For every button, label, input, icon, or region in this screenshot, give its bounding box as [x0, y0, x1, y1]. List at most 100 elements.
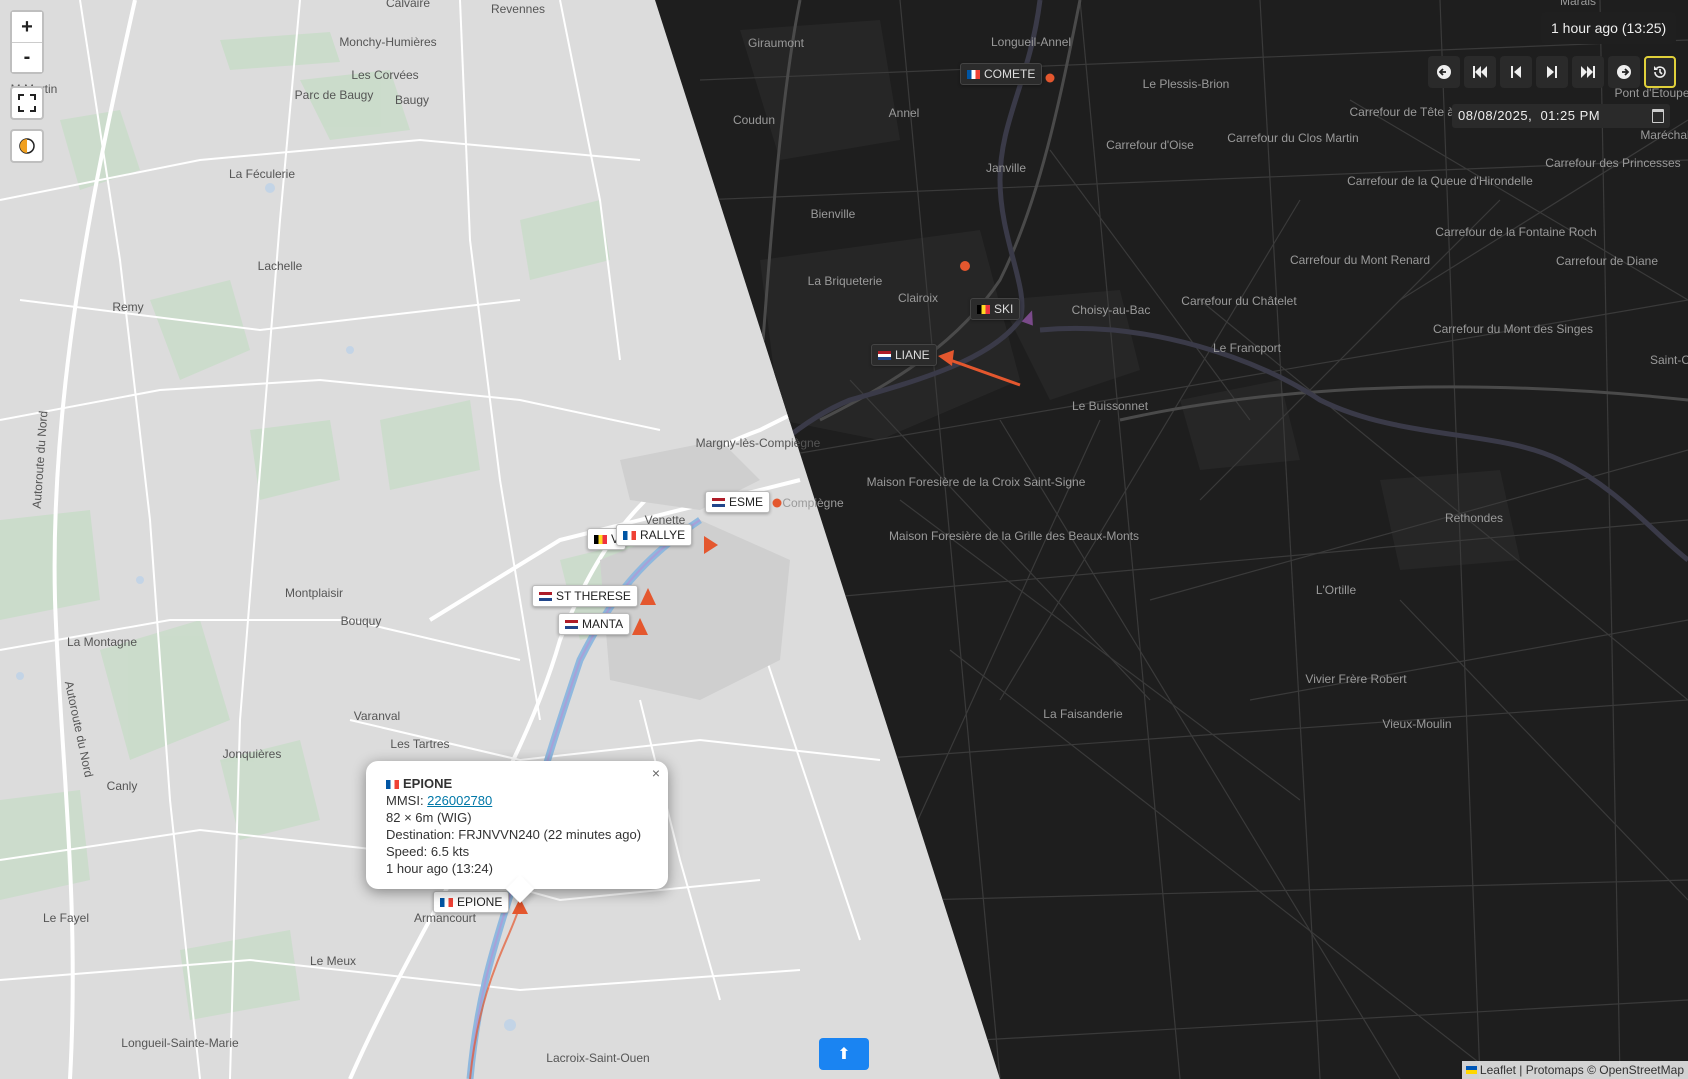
place-label: La Montagne	[67, 635, 137, 649]
arrow-up-icon: ⬆	[837, 1046, 851, 1063]
place-label: Giraumont	[748, 36, 805, 50]
zoom-in-button[interactable]: +	[12, 12, 42, 42]
place-label: Margny-lès-Compiègne	[696, 436, 821, 450]
place-label: Canly	[107, 779, 138, 793]
place-label: Maréchal	[1640, 128, 1688, 142]
vessel-label-comete[interactable]: COMETE	[960, 63, 1043, 85]
datetime-input[interactable]: 08/08/2025, 01:25 PM	[1452, 104, 1670, 128]
contrast-icon	[19, 138, 35, 154]
place-label: Calvaire	[386, 0, 430, 10]
place-label: Janville	[986, 161, 1026, 175]
flag-fr-icon	[623, 531, 636, 540]
theme-toggle-button[interactable]	[10, 129, 44, 163]
place-label: Parc de Baugy	[295, 88, 374, 102]
vessel-label-esme[interactable]: ESME	[705, 491, 771, 513]
map-canvas[interactable]: Calvaire Revennes Monchy-Humières Les Co…	[0, 0, 1688, 1079]
step-back-icon[interactable]	[1500, 56, 1532, 88]
place-label: Remy	[112, 300, 143, 314]
place-label: Vieux-Moulin	[1382, 717, 1451, 731]
place-label: Le Francport	[1213, 341, 1282, 355]
fullscreen-button[interactable]	[10, 86, 44, 120]
place-label: Varanval	[354, 709, 400, 723]
place-label: Revennes	[491, 2, 545, 16]
place-label: La Féculerie	[229, 167, 295, 181]
vessel-label-ski[interactable]: SKI	[970, 298, 1021, 320]
fullscreen-icon	[18, 94, 36, 112]
place-label: Saint-C	[1650, 353, 1688, 367]
place-label: L'Ortille	[1316, 583, 1357, 597]
place-label: Longueil-Annel	[991, 35, 1071, 49]
place-label: Bouquy	[341, 614, 382, 628]
place-label: Vivier Frère Robert	[1305, 672, 1407, 686]
popup-size: 82 × 6m (WIG)	[386, 810, 472, 825]
skip-forward-icon[interactable]	[1572, 56, 1604, 88]
flag-fr-icon	[440, 898, 453, 907]
place-label: Annel	[889, 106, 920, 120]
place-label: Clairoix	[898, 291, 938, 305]
map-attribution: Leaflet | Protomaps © OpenStreetMap	[1461, 1061, 1688, 1079]
mmsi-link[interactable]: 226002780	[427, 793, 492, 808]
place-label: Carrefour d'Oise	[1106, 138, 1194, 152]
place-label: Les Tartres	[390, 737, 449, 751]
place-label: La Briqueterie	[808, 274, 883, 288]
circle-arrow-right-icon[interactable]	[1608, 56, 1640, 88]
vessel-label-manta[interactable]: MANTA	[558, 613, 631, 635]
place-label: Le Plessis-Brion	[1143, 77, 1230, 91]
place-label: Carrefour du Clos Martin	[1227, 131, 1358, 145]
circle-arrow-left-icon[interactable]	[1428, 56, 1460, 88]
popup-destination: Destination: FRJNVVN240 (22 minutes ago)	[386, 827, 642, 842]
flag-nl-icon	[565, 620, 578, 629]
calendar-icon[interactable]	[1652, 109, 1664, 123]
skip-back-icon[interactable]	[1464, 56, 1496, 88]
place-label: Carrefour de la Queue d'Hirondelle	[1347, 174, 1533, 188]
place-label: Le Fayel	[43, 911, 89, 925]
leaflet-link[interactable]: Leaflet	[1480, 1063, 1516, 1077]
popup-time: 1 hour ago (13:24)	[386, 861, 493, 876]
place-label: Carrefour de la Fontaine Roch	[1435, 225, 1596, 239]
playback-controls	[1428, 56, 1676, 88]
vessel-label-epione[interactable]: EPIONE	[433, 891, 510, 913]
flag-be-icon	[594, 535, 607, 544]
place-label: Les Corvées	[351, 68, 418, 82]
place-label: Bienville	[811, 207, 856, 221]
step-forward-icon[interactable]	[1536, 56, 1568, 88]
place-label: Lacroix-Saint-Ouen	[546, 1051, 649, 1065]
place-label: Carrefour du Mont des Singes	[1433, 322, 1593, 336]
vessel-label-liane[interactable]: LIANE	[871, 344, 937, 366]
popup-mmsi: MMSI: 226002780	[386, 793, 493, 808]
flag-nl-icon	[712, 498, 725, 507]
flag-nl-icon	[539, 592, 552, 601]
vessel-popup: × EPIONE MMSI: 226002780 82 × 6m (WIG) D…	[366, 761, 668, 904]
place-label: Armancourt	[414, 911, 477, 925]
place-label: Carrefour des Princesses	[1545, 156, 1680, 170]
place-label: Carrefour du Mont Renard	[1290, 253, 1430, 267]
place-label: Carrefour de Diane	[1556, 254, 1658, 268]
ukraine-flag-icon	[1465, 1066, 1477, 1074]
scroll-up-button[interactable]: ⬆	[819, 1038, 869, 1070]
vessel-label-rallye[interactable]: RALLYE	[616, 524, 693, 546]
place-label: Le Buissonnet	[1072, 399, 1149, 413]
popup-title: EPIONE	[386, 775, 648, 792]
zoom-out-button[interactable]: -	[12, 42, 42, 72]
history-icon[interactable]	[1644, 56, 1676, 88]
place-label: Lachelle	[258, 259, 303, 273]
place-label: Maison Foresière de la Grille des Beaux-…	[889, 529, 1139, 543]
place-label: Compiègne	[782, 496, 844, 510]
zoom-control: + -	[10, 10, 44, 74]
place-label: Maison Foresière de la Croix Saint-Signe	[867, 475, 1086, 489]
place-label: Carrefour du Châtelet	[1181, 294, 1297, 308]
flag-fr-icon	[967, 70, 980, 79]
time-badge: 1 hour ago (13:25)	[1541, 12, 1677, 44]
flag-nl-icon	[878, 351, 891, 360]
place-label: Montplaisir	[285, 586, 343, 600]
place-label: Marais	[1560, 0, 1596, 8]
place-label: Rethondes	[1445, 511, 1503, 525]
place-label: Choisy-au-Bac	[1072, 303, 1151, 317]
flag-fr-icon	[386, 780, 399, 789]
place-label: Monchy-Humières	[339, 35, 436, 49]
popup-speed: Speed: 6.5 kts	[386, 844, 470, 859]
close-popup-button[interactable]: ×	[652, 765, 660, 782]
vessel-label-st-therese[interactable]: ST THERESE	[532, 585, 638, 607]
place-label: Coudun	[733, 113, 775, 127]
place-label: Le Meux	[310, 954, 356, 968]
